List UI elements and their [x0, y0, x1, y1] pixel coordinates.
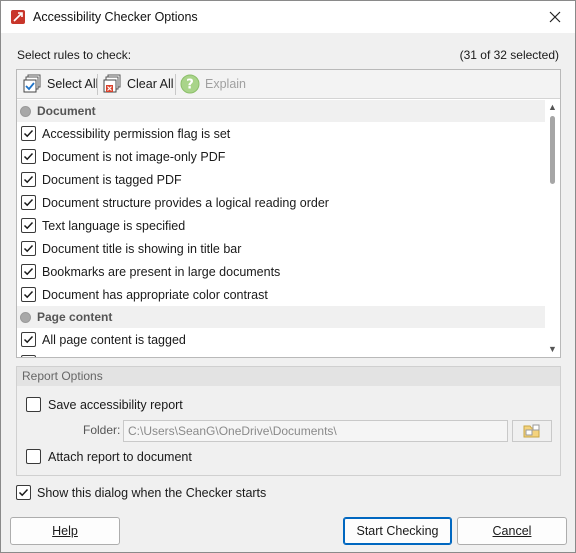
select-all-button[interactable]: Select All	[21, 73, 98, 95]
rule-label: Document has appropriate color contrast	[42, 287, 268, 302]
show-dialog-option[interactable]: Show this dialog when the Checker starts	[16, 485, 266, 500]
cancel-button-label: Cancel	[492, 524, 532, 538]
rules-list: Document Accessibility permission flag is…	[17, 100, 545, 357]
rule-label: Document is not image-only PDF	[42, 149, 226, 164]
scroll-down-icon[interactable]: ▼	[547, 344, 558, 355]
save-report-checkbox[interactable]	[26, 397, 41, 412]
toolbar-divider	[175, 74, 176, 95]
help-question-icon: ?	[180, 74, 200, 94]
rule-checkbox[interactable]	[21, 332, 36, 347]
rules-toolbar: Select All Clear All ? Explain	[17, 70, 560, 99]
checkmark-icon	[23, 175, 34, 184]
dialog-content: Select rules to check: (31 of 32 selecte…	[1, 33, 575, 552]
checkmark-icon	[23, 129, 34, 138]
rules-panel: Select All Clear All ? Explain Document …	[16, 69, 561, 358]
rule-group-label: Page content	[37, 310, 113, 324]
start-checking-button[interactable]: Start Checking	[343, 517, 452, 545]
rule-checkbox[interactable]	[21, 264, 36, 279]
rule-group-header[interactable]: Page content	[17, 306, 545, 328]
rule-label: All annotations are tagged	[42, 356, 187, 358]
rule-label: All page content is tagged	[42, 332, 186, 347]
show-dialog-checkbox[interactable]	[16, 485, 31, 500]
rule-checkbox[interactable]	[21, 195, 36, 210]
rule-label: Document title is showing in title bar	[42, 241, 242, 256]
rule-item[interactable]: Bookmarks are present in large documents	[17, 260, 545, 283]
rule-group-header[interactable]: Document	[17, 100, 545, 122]
close-icon	[549, 11, 561, 23]
folder-path-field[interactable]: C:\Users\SeanG\OneDrive\Documents\	[123, 420, 508, 442]
attach-report-checkbox[interactable]	[26, 449, 41, 464]
svg-text:?: ?	[186, 78, 194, 93]
checkmark-icon	[23, 335, 34, 344]
attach-report-option[interactable]: Attach report to document	[26, 449, 192, 464]
rule-item[interactable]: Document is tagged PDF	[17, 168, 545, 191]
select-all-icon	[23, 74, 41, 93]
checkmark-icon	[23, 152, 34, 161]
group-bullet-icon	[20, 105, 31, 117]
dialog-window: Accessibility Checker Options Select rul…	[0, 0, 576, 553]
checkmark-icon	[23, 198, 34, 207]
window-title: Accessibility Checker Options	[33, 10, 198, 24]
folder-label: Folder:	[83, 423, 121, 437]
app-pdf-icon	[10, 9, 26, 25]
cancel-button[interactable]: Cancel	[457, 517, 567, 545]
checkmark-icon	[23, 290, 34, 299]
scrollbar-thumb[interactable]	[550, 116, 555, 184]
folder-browse-icon	[523, 424, 540, 438]
rule-checkbox[interactable]	[21, 355, 36, 357]
rule-item[interactable]: Text language is specified	[17, 214, 545, 237]
scroll-up-icon[interactable]: ▲	[547, 102, 558, 113]
rule-item[interactable]: Accessibility permission flag is set	[17, 122, 545, 145]
rule-item[interactable]: Document title is showing in title bar	[17, 237, 545, 260]
clear-all-button[interactable]: Clear All	[101, 73, 174, 95]
rule-item[interactable]: All annotations are tagged	[17, 351, 545, 357]
rule-checkbox[interactable]	[21, 218, 36, 233]
show-dialog-label: Show this dialog when the Checker starts	[37, 485, 267, 500]
checkmark-icon	[23, 221, 34, 230]
rule-item[interactable]: Document is not image-only PDF	[17, 145, 545, 168]
clear-all-label: Clear All	[127, 77, 174, 91]
checkmark-icon	[23, 244, 34, 253]
title-bar: Accessibility Checker Options	[1, 1, 575, 33]
rule-checkbox[interactable]	[21, 149, 36, 164]
browse-folder-button[interactable]	[512, 420, 552, 442]
rule-checkbox[interactable]	[21, 241, 36, 256]
group-bullet-icon	[20, 311, 31, 323]
report-options-group: Report Options Save accessibility report…	[16, 366, 561, 476]
attach-report-label: Attach report to document	[48, 449, 192, 464]
rule-group-label: Document	[37, 104, 96, 118]
rule-label: Document is tagged PDF	[42, 172, 182, 187]
report-options-header: Report Options	[17, 367, 560, 386]
toolbar-divider	[97, 74, 98, 95]
rule-item[interactable]: Document structure provides a logical re…	[17, 191, 545, 214]
rule-item[interactable]: All page content is tagged	[17, 328, 545, 351]
help-button-label: Help	[52, 524, 78, 538]
rule-checkbox[interactable]	[21, 126, 36, 141]
rule-item[interactable]: Document has appropriate color contrast	[17, 283, 545, 306]
close-button[interactable]	[535, 1, 575, 33]
clear-all-icon	[103, 74, 121, 93]
rule-label: Bookmarks are present in large documents	[42, 264, 281, 279]
select-rules-label: Select rules to check:	[17, 48, 132, 62]
rule-label: Document structure provides a logical re…	[42, 195, 329, 210]
save-report-option[interactable]: Save accessibility report	[26, 397, 183, 412]
rule-checkbox[interactable]	[21, 172, 36, 187]
save-report-label: Save accessibility report	[48, 397, 183, 412]
select-all-label: Select All	[47, 77, 99, 91]
start-checking-label: Start Checking	[356, 524, 439, 538]
explain-label: Explain	[205, 77, 246, 91]
rule-label: Text language is specified	[42, 218, 186, 233]
explain-button[interactable]: ? Explain	[179, 73, 246, 95]
rule-label: Accessibility permission flag is set	[42, 126, 231, 141]
checkmark-icon	[18, 488, 29, 497]
help-button[interactable]: Help	[10, 517, 120, 545]
checkmark-icon	[23, 267, 34, 276]
selected-count: (31 of 32 selected)	[459, 48, 559, 62]
rule-checkbox[interactable]	[21, 287, 36, 302]
rules-scrollbar[interactable]: ▲ ▼	[545, 100, 560, 357]
